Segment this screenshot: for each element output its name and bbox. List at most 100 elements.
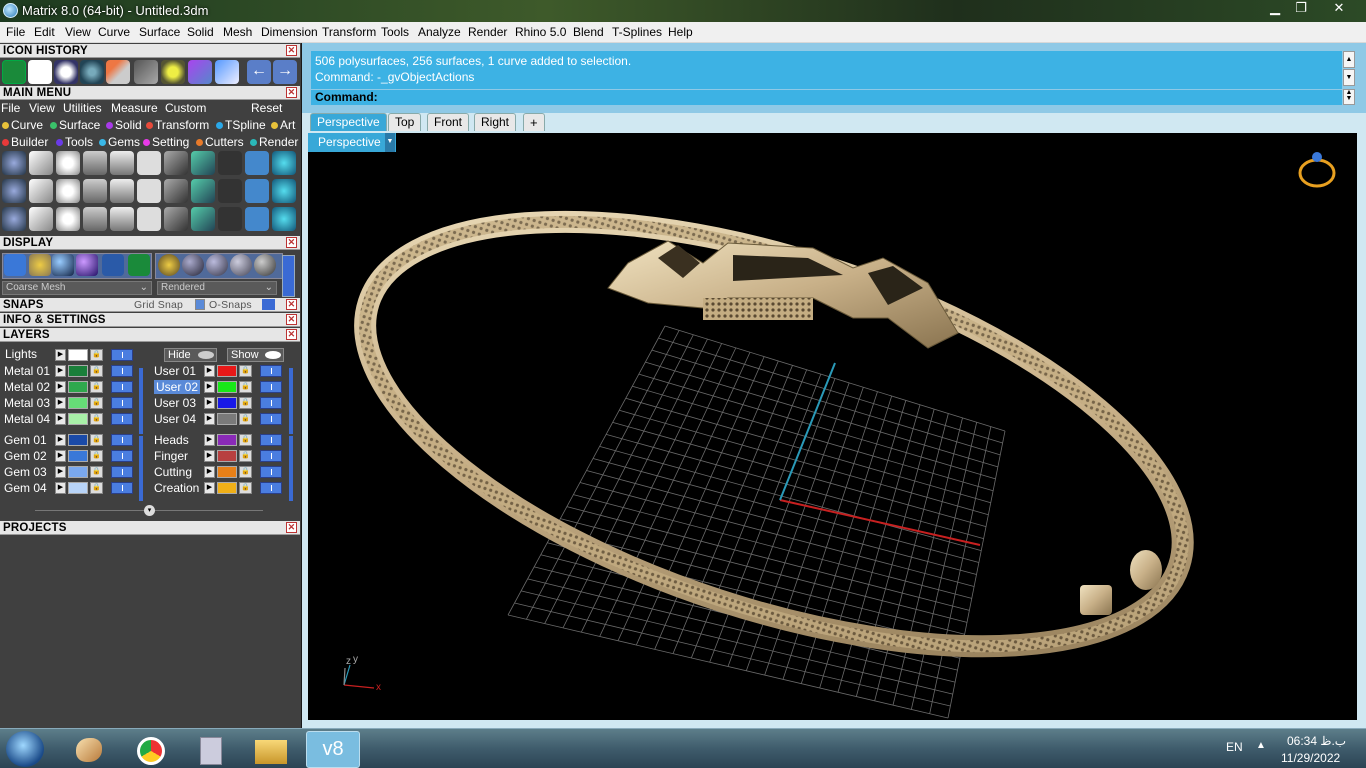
cat-curve[interactable]: Curve xyxy=(2,118,43,132)
expand-arrow-icon[interactable]: ▶ xyxy=(55,466,66,478)
mm-custom[interactable]: Custom xyxy=(165,101,206,115)
menu-file[interactable]: File xyxy=(6,25,25,39)
layer-name[interactable]: Gem 02 xyxy=(4,449,47,463)
paint-icon[interactable] xyxy=(29,151,53,175)
layer-color-swatch[interactable] xyxy=(68,450,88,462)
menu-render[interactable]: Render xyxy=(468,25,507,39)
layer-color-swatch[interactable] xyxy=(217,466,237,478)
matrix-app-icon[interactable]: v8 xyxy=(306,731,360,768)
film-icon[interactable] xyxy=(56,179,80,203)
lock-icon[interactable]: 🔒 xyxy=(90,381,103,393)
visibility-toggle[interactable] xyxy=(260,466,282,478)
tray-expand-icon[interactable]: ▲ xyxy=(1256,740,1266,751)
fillet-icon[interactable] xyxy=(56,207,80,231)
close-icon[interactable]: ✕ xyxy=(286,314,297,325)
sphere-tool-icon[interactable] xyxy=(80,60,104,84)
save-icon[interactable] xyxy=(272,179,296,203)
mesh-quality-select[interactable]: Coarse Mesh ⌄ xyxy=(2,281,152,295)
info-header[interactable]: INFO & SETTINGS ✕ xyxy=(0,313,300,327)
drop-icon[interactable] xyxy=(83,151,107,175)
mm-measure[interactable]: Measure xyxy=(111,101,158,115)
blocks-icon[interactable] xyxy=(2,207,26,231)
layers-header[interactable]: LAYERS ✕ xyxy=(0,328,300,342)
layer-color-swatch[interactable] xyxy=(68,365,88,377)
light-icon[interactable] xyxy=(56,151,80,175)
profile-icon[interactable] xyxy=(137,207,161,231)
hide-button[interactable]: Hide xyxy=(164,348,217,362)
layer-color-swatch[interactable] xyxy=(68,466,88,478)
lock-icon[interactable]: 🔒 xyxy=(239,413,252,425)
visibility-toggle[interactable] xyxy=(260,482,282,494)
gold-material-icon[interactable] xyxy=(158,254,180,276)
visibility-toggle[interactable] xyxy=(111,413,133,425)
expand-arrow-icon[interactable]: ▶ xyxy=(204,397,215,409)
visibility-toggle[interactable] xyxy=(260,450,282,462)
grid-snap-toggle[interactable]: Grid Snap xyxy=(134,298,183,312)
lock-icon[interactable]: 🔒 xyxy=(239,482,252,494)
visibility-toggle[interactable] xyxy=(260,365,282,377)
command-input[interactable]: Command: xyxy=(311,89,1342,105)
layer-lights[interactable]: Lights xyxy=(5,347,37,361)
expand-arrow-icon[interactable]: ▶ xyxy=(204,381,215,393)
bookmark-icon[interactable] xyxy=(110,179,134,203)
new-file-icon[interactable] xyxy=(28,60,52,84)
menu-analyze[interactable]: Analyze xyxy=(418,25,461,39)
forward-arrow-icon[interactable]: → xyxy=(273,60,297,84)
menu-surface[interactable]: Surface xyxy=(139,25,180,39)
close-icon[interactable]: ✕ xyxy=(286,45,297,56)
menu-tools[interactable]: Tools xyxy=(381,25,409,39)
layer-name[interactable]: Finger xyxy=(154,449,188,463)
snaps-header[interactable]: SNAPS Grid Snap O-Snaps ✕ xyxy=(0,298,300,312)
cat-builder[interactable]: Builder xyxy=(2,135,48,149)
cat-solid[interactable]: Solid xyxy=(106,118,142,132)
silver-material-icon[interactable] xyxy=(182,254,204,276)
visibility-toggle[interactable] xyxy=(111,381,133,393)
layer-color-swatch[interactable] xyxy=(68,482,88,494)
cat-setting[interactable]: Setting xyxy=(143,135,189,149)
expand-arrow-icon[interactable]: ▶ xyxy=(55,349,66,361)
setting-icon[interactable] xyxy=(218,179,242,203)
render-view-icon[interactable] xyxy=(102,254,124,276)
expand-arrow-icon[interactable]: ▶ xyxy=(55,482,66,494)
lock-icon[interactable]: 🔒 xyxy=(239,365,252,377)
prong-icon[interactable] xyxy=(218,151,242,175)
menu-blend[interactable]: Blend xyxy=(573,25,604,39)
menu-curve[interactable]: Curve xyxy=(98,25,130,39)
scale-tool-icon[interactable] xyxy=(134,60,158,84)
menu-view[interactable]: View xyxy=(65,25,91,39)
cat-art[interactable]: Art xyxy=(271,118,295,132)
menu-mesh[interactable]: Mesh xyxy=(223,25,252,39)
visibility-toggle[interactable] xyxy=(260,381,282,393)
visibility-toggle[interactable] xyxy=(111,450,133,462)
back-arrow-icon[interactable]: ← xyxy=(247,60,271,84)
layer-color-swatch[interactable] xyxy=(217,450,237,462)
visibility-toggle[interactable] xyxy=(260,397,282,409)
expand-arrow-icon[interactable]: ▶ xyxy=(204,365,215,377)
menu-dimension[interactable]: Dimension xyxy=(261,25,318,39)
render-mode-select[interactable]: Rendered ⌄ xyxy=(157,281,277,295)
visibility-toggle[interactable] xyxy=(111,434,133,446)
cat-gems[interactable]: Gems xyxy=(99,135,140,149)
layer-name[interactable]: Metal 02 xyxy=(4,380,50,394)
expand-arrow-icon[interactable]: ▶ xyxy=(204,450,215,462)
layer-name[interactable]: Metal 01 xyxy=(4,364,50,378)
ring-navigation-icon[interactable] xyxy=(1298,152,1336,188)
menu-edit[interactable]: Edit xyxy=(34,25,55,39)
chrome-app-icon[interactable] xyxy=(124,731,178,768)
clock-time[interactable]: 06:34 ب.ظ xyxy=(1287,734,1346,748)
cat-surface[interactable]: Surface xyxy=(50,118,100,132)
layer-name[interactable]: Metal 04 xyxy=(4,412,50,426)
shape-tool-icon[interactable] xyxy=(215,60,239,84)
menu-transform[interactable]: Transform xyxy=(322,25,376,39)
expand-arrow-icon[interactable]: ▶ xyxy=(55,450,66,462)
logo-icon[interactable] xyxy=(137,179,161,203)
visibility-toggle[interactable] xyxy=(111,482,133,494)
ring-icon[interactable] xyxy=(29,179,53,203)
chrome-material-icon[interactable] xyxy=(230,254,252,276)
layer-color-swatch[interactable] xyxy=(68,381,88,393)
close-icon[interactable]: ✕ xyxy=(286,237,297,248)
visibility-toggle[interactable] xyxy=(111,365,133,377)
layer-name[interactable]: Cutting xyxy=(154,465,192,479)
close-icon[interactable]: ✕ xyxy=(286,87,297,98)
lock-icon[interactable]: 🔒 xyxy=(239,434,252,446)
